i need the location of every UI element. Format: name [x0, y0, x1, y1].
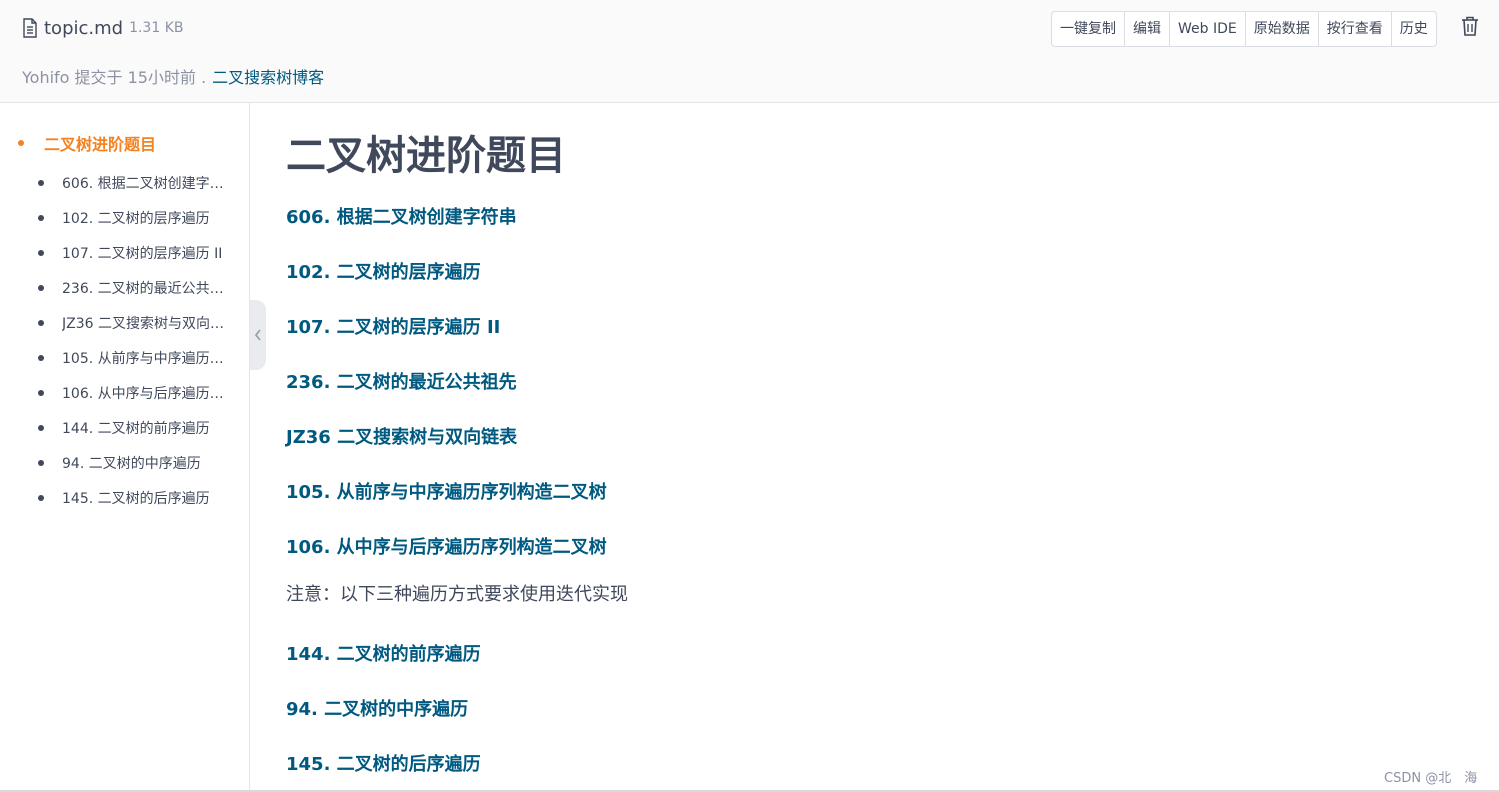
toc-item-label: 236. 二叉树的最近公共祖先: [62, 280, 230, 297]
bullet-icon: [38, 319, 44, 326]
heading-link[interactable]: 236. 二叉树的最近公共祖先: [286, 368, 517, 394]
toc-item[interactable]: 106. 从中序与后序遍历序列构造二叉树: [38, 375, 238, 410]
toc-item[interactable]: 145. 二叉树的后序遍历: [38, 480, 238, 515]
bullet-icon: [38, 424, 44, 431]
file-name: topic.md: [44, 17, 124, 39]
heading-link[interactable]: 102. 二叉树的层序遍历: [286, 258, 481, 284]
raw-button[interactable]: 原始数据: [1246, 12, 1319, 46]
sidebar-collapse-handle[interactable]: [250, 300, 266, 370]
bullet-icon: [38, 284, 44, 291]
toc-list: 606. 根据二叉树创建字符串 102. 二叉树的层序遍历 107. 二叉树的层…: [38, 165, 238, 515]
commit-text: Yohifo 提交于 15小时前 .: [22, 68, 207, 87]
history-button[interactable]: 历史: [1392, 12, 1436, 46]
bullet-icon: [38, 459, 44, 466]
toc-item[interactable]: 102. 二叉树的层序遍历: [38, 200, 238, 235]
watermark: CSDN @北 海: [1384, 771, 1478, 786]
copy-all-button[interactable]: 一键复制: [1052, 12, 1125, 46]
toc-item-label: 145. 二叉树的后序遍历: [62, 490, 210, 507]
commit-info: Yohifo 提交于 15小时前 . 二叉搜索树博客: [22, 64, 324, 88]
bullet-icon: [38, 249, 44, 256]
toc-item-label: 606. 根据二叉树创建字符串: [62, 175, 230, 192]
trash-icon[interactable]: [1461, 16, 1479, 36]
heading-link[interactable]: JZ36 二叉搜索树与双向链表: [286, 423, 517, 449]
edit-button[interactable]: 编辑: [1125, 12, 1170, 46]
heading-link[interactable]: 105. 从前序与中序遍历序列构造二叉树: [286, 478, 607, 504]
bullet-icon: [38, 179, 44, 186]
note-text: 注意：以下三种遍历方式要求使用迭代实现: [286, 584, 628, 605]
heading-link[interactable]: 106. 从中序与后序遍历序列构造二叉树: [286, 533, 607, 559]
file-info: topic.md 1.31 KB: [22, 14, 184, 42]
page-title: 二叉树进阶题目: [286, 133, 566, 179]
chevron-left-icon: [254, 329, 261, 341]
heading-link[interactable]: 145. 二叉树的后序遍历: [286, 750, 481, 776]
toc-item-label: JZ36 二叉搜索树与双向链表: [62, 315, 230, 332]
heading-link[interactable]: 107. 二叉树的层序遍历 II: [286, 313, 500, 339]
bullet-icon: [38, 214, 44, 221]
heading-link[interactable]: 144. 二叉树的前序遍历: [286, 640, 481, 666]
bullet-icon: [18, 140, 24, 146]
bullet-icon: [38, 494, 44, 501]
toc-item-label: 107. 二叉树的层序遍历 II: [62, 245, 223, 262]
bullet-icon: [38, 354, 44, 361]
toc-item[interactable]: 236. 二叉树的最近公共祖先: [38, 270, 238, 305]
toc-item[interactable]: 107. 二叉树的层序遍历 II: [38, 235, 238, 270]
toc-item-label: 94. 二叉树的中序遍历: [62, 455, 201, 472]
bullet-icon: [38, 389, 44, 396]
toc-item[interactable]: 606. 根据二叉树创建字符串: [38, 165, 238, 200]
file-text-icon: [23, 18, 37, 38]
file-toolbar: 一键复制 编辑 Web IDE 原始数据 按行查看 历史: [1051, 11, 1437, 47]
toc-item[interactable]: JZ36 二叉搜索树与双向链表: [38, 305, 238, 340]
markdown-content: 二叉树进阶题目 606. 根据二叉树创建字符串 102. 二叉树的层序遍历 10…: [286, 103, 1466, 792]
commit-message-link[interactable]: 二叉搜索树博客: [212, 64, 324, 88]
toc-item[interactable]: 105. 从前序与中序遍历序列构造二叉树: [38, 340, 238, 375]
toc-item-label: 105. 从前序与中序遍历序列构造二叉树: [62, 350, 230, 367]
toc-item[interactable]: 94. 二叉树的中序遍历: [38, 445, 238, 480]
toc-root-item[interactable]: 二叉树进阶题目: [18, 131, 156, 155]
web-ide-button[interactable]: Web IDE: [1170, 12, 1246, 46]
toc-item-label: 102. 二叉树的层序遍历: [62, 210, 210, 227]
file-header: topic.md 1.31 KB Yohifo 提交于 15小时前 . 二叉搜索…: [0, 0, 1499, 103]
blame-button[interactable]: 按行查看: [1319, 12, 1392, 46]
toc-item[interactable]: 144. 二叉树的前序遍历: [38, 410, 238, 445]
heading-link[interactable]: 606. 根据二叉树创建字符串: [286, 203, 517, 229]
toc-item-label: 106. 从中序与后序遍历序列构造二叉树: [62, 385, 230, 402]
toc-root-label: 二叉树进阶题目: [44, 135, 157, 154]
file-size: 1.31 KB: [129, 20, 184, 36]
toc-sidebar: 二叉树进阶题目 606. 根据二叉树创建字符串 102. 二叉树的层序遍历 10…: [0, 103, 250, 792]
heading-link[interactable]: 94. 二叉树的中序遍历: [286, 695, 468, 721]
toc-item-label: 144. 二叉树的前序遍历: [62, 420, 210, 437]
